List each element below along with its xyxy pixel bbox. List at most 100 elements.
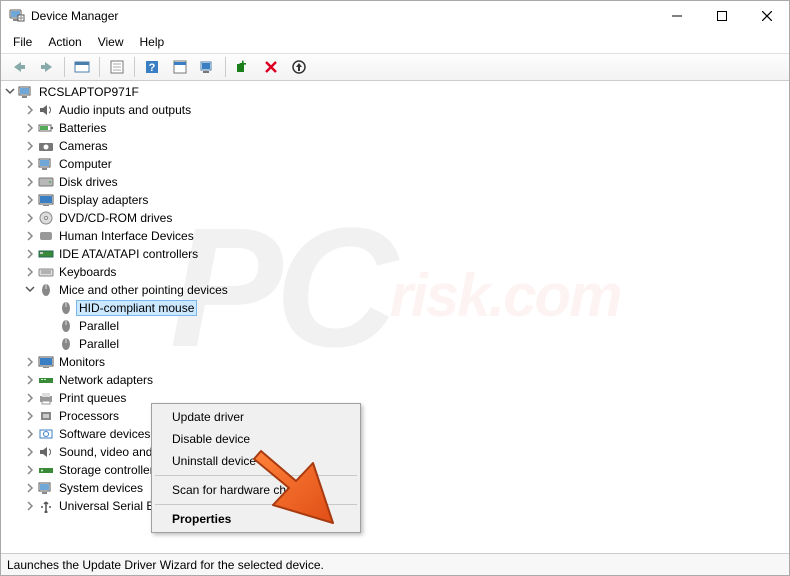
menubar: File Action View Help	[1, 31, 789, 53]
app-icon	[9, 8, 25, 24]
menu-view[interactable]: View	[90, 33, 132, 51]
tree-label: Display adapters	[57, 193, 150, 207]
tree: RCSLAPTOP971F Audio inputs and outputsBa…	[3, 83, 789, 515]
tree-label: Software devices	[57, 427, 152, 441]
expand-icon[interactable]	[23, 175, 37, 189]
tree-node[interactable]: System devices	[3, 479, 789, 497]
tree-node[interactable]: IDE ATA/ATAPI controllers	[3, 245, 789, 263]
device-category-icon	[37, 120, 55, 136]
expand-icon[interactable]	[23, 211, 37, 225]
tree-node[interactable]: Cameras	[3, 137, 789, 155]
tree-label: System devices	[57, 481, 145, 495]
device-category-icon	[37, 390, 55, 406]
tree-node[interactable]: Monitors	[3, 353, 789, 371]
expand-icon[interactable]	[23, 247, 37, 261]
device-category-icon	[37, 246, 55, 262]
menu-help[interactable]: Help	[132, 33, 173, 51]
back-button[interactable]	[6, 55, 32, 79]
tree-node[interactable]: Storage controllers	[3, 461, 789, 479]
properties-button[interactable]	[104, 55, 130, 79]
ctx-separator	[155, 475, 357, 476]
tree-label: Monitors	[57, 355, 107, 369]
maximize-button[interactable]	[699, 1, 744, 31]
tree-node[interactable]: Parallel	[3, 335, 789, 353]
device-category-icon	[37, 192, 55, 208]
tree-node[interactable]: Computer	[3, 155, 789, 173]
device-category-icon	[37, 498, 55, 514]
tree-node[interactable]: Batteries	[3, 119, 789, 137]
expand-icon[interactable]	[23, 373, 37, 387]
close-button[interactable]	[744, 1, 789, 31]
tree-label: Parallel	[77, 319, 121, 333]
tree-label: Processors	[57, 409, 121, 423]
expand-icon[interactable]	[23, 139, 37, 153]
help-button[interactable]: ?	[139, 55, 165, 79]
update-driver-button[interactable]	[167, 55, 193, 79]
expand-icon[interactable]	[23, 355, 37, 369]
expand-icon[interactable]	[23, 499, 37, 513]
ctx-disable-device[interactable]: Disable device	[154, 428, 358, 450]
window-title: Device Manager	[31, 9, 654, 23]
tree-node[interactable]: Human Interface Devices	[3, 227, 789, 245]
device-category-icon	[37, 174, 55, 190]
expand-icon[interactable]	[23, 445, 37, 459]
ctx-update-driver[interactable]: Update driver	[154, 406, 358, 428]
status-text: Launches the Update Driver Wizard for th…	[7, 558, 324, 572]
expand-icon[interactable]	[23, 391, 37, 405]
expand-icon[interactable]	[23, 409, 37, 423]
menu-action[interactable]: Action	[40, 33, 89, 51]
tree-node[interactable]: Sound, video and game controllers	[3, 443, 789, 461]
add-legacy-button[interactable]	[230, 55, 256, 79]
tree-node[interactable]: Network adapters	[3, 371, 789, 389]
uninstall-button[interactable]	[258, 55, 284, 79]
device-category-icon	[37, 102, 55, 118]
tree-node[interactable]: Processors	[3, 407, 789, 425]
expand-icon[interactable]	[3, 85, 17, 99]
tree-label: Human Interface Devices	[57, 229, 196, 243]
ctx-scan-hardware[interactable]: Scan for hardware changes	[154, 479, 358, 501]
expand-icon[interactable]	[23, 193, 37, 207]
tree-node[interactable]: Display adapters	[3, 191, 789, 209]
tree-node[interactable]: Audio inputs and outputs	[3, 101, 789, 119]
tree-node[interactable]: Parallel	[3, 317, 789, 335]
ctx-properties[interactable]: Properties	[154, 508, 358, 530]
statusbar: Launches the Update Driver Wizard for th…	[1, 553, 789, 575]
tree-node[interactable]: Keyboards	[3, 263, 789, 281]
tree-root[interactable]: RCSLAPTOP971F	[3, 83, 789, 101]
device-category-icon	[37, 138, 55, 154]
expand-icon[interactable]	[23, 121, 37, 135]
show-hidden-button[interactable]	[69, 55, 95, 79]
scan-button[interactable]	[195, 55, 221, 79]
minimize-button[interactable]	[654, 1, 699, 31]
tree-node[interactable]: Mice and other pointing devices	[3, 281, 789, 299]
device-category-icon	[37, 372, 55, 388]
tree-node-hid-mouse[interactable]: HID-compliant mouse	[3, 299, 789, 317]
tree-node[interactable]: Disk drives	[3, 173, 789, 191]
ctx-separator	[155, 504, 357, 505]
expand-icon[interactable]	[23, 103, 37, 117]
expand-icon[interactable]	[23, 157, 37, 171]
tree-node[interactable]: DVD/CD-ROM drives	[3, 209, 789, 227]
mouse-icon	[57, 336, 75, 352]
tree-label: Network adapters	[57, 373, 155, 387]
ctx-uninstall-device[interactable]: Uninstall device	[154, 450, 358, 472]
device-category-icon	[37, 480, 55, 496]
expand-icon[interactable]	[23, 463, 37, 477]
expand-icon[interactable]	[23, 265, 37, 279]
tree-label: Parallel	[77, 337, 121, 351]
tree-node[interactable]: Software devices	[3, 425, 789, 443]
expand-icon[interactable]	[23, 481, 37, 495]
disable-button[interactable]	[286, 55, 312, 79]
tree-node[interactable]: Print queues	[3, 389, 789, 407]
expand-icon[interactable]	[23, 283, 37, 297]
tree-node[interactable]: Universal Serial Bus controllers	[3, 497, 789, 515]
expand-icon[interactable]	[23, 229, 37, 243]
mouse-icon	[57, 300, 75, 316]
forward-button[interactable]	[34, 55, 60, 79]
device-tree[interactable]: RCSLAPTOP971F Audio inputs and outputsBa…	[1, 81, 789, 553]
device-category-icon	[37, 462, 55, 478]
expand-icon[interactable]	[23, 427, 37, 441]
device-category-icon	[37, 408, 55, 424]
tree-label: Disk drives	[57, 175, 120, 189]
menu-file[interactable]: File	[5, 33, 40, 51]
